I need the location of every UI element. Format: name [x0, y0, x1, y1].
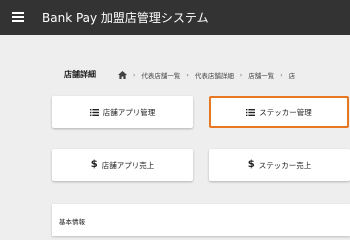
- title-breadcrumb-row: 店舗詳細 › 代表店舗一覧 › 代表店舗詳細 › 店舗一覧 › 店: [0, 66, 350, 84]
- breadcrumb-item-representative-list[interactable]: 代表店舗一覧: [141, 70, 180, 80]
- list-icon: [246, 108, 256, 116]
- breadcrumb-item-current: 店: [288, 72, 296, 80]
- sticker-sales-button[interactable]: $ ステッカー売上: [209, 149, 350, 181]
- store-app-sales-label: 店舗アプリ売上: [101, 160, 155, 170]
- breadcrumb: › 代表店舗一覧 › 代表店舗詳細 › 店舗一覧 › 店: [118, 70, 295, 80]
- app-title: Bank Pay 加盟店管理システム: [42, 11, 209, 25]
- breadcrumb-separator-icon: ›: [186, 71, 189, 79]
- store-app-sales-button[interactable]: $ 店舗アプリ売上: [52, 149, 193, 181]
- app-bar: Bank Pay 加盟店管理システム: [0, 0, 350, 35]
- basic-info-heading: 基本情報: [59, 218, 85, 226]
- dollar-icon: $: [90, 159, 98, 170]
- breadcrumb-separator-icon: ›: [133, 71, 136, 79]
- breadcrumb-item-representative-detail[interactable]: 代表店舗詳細: [195, 70, 234, 80]
- sticker-sales-label: ステッカー売上: [258, 160, 312, 170]
- hamburger-menu-icon[interactable]: [12, 10, 26, 24]
- breadcrumb-item-store-list[interactable]: 店舗一覧: [248, 70, 274, 80]
- store-app-management-button[interactable]: 店舗アプリ管理: [52, 96, 193, 128]
- sticker-management-button[interactable]: ステッカー管理: [209, 96, 349, 128]
- breadcrumb-separator-icon: ›: [239, 71, 243, 79]
- dollar-icon: $: [247, 159, 255, 170]
- list-icon: [89, 108, 99, 116]
- home-icon[interactable]: [118, 71, 127, 79]
- sticker-management-label: ステッカー管理: [259, 107, 312, 117]
- store-app-management-label: 店舗アプリ管理: [102, 107, 156, 117]
- page-title: 店舗詳細: [64, 70, 96, 79]
- basic-info-panel: [52, 204, 350, 236]
- breadcrumb-separator-icon: ›: [280, 71, 283, 79]
